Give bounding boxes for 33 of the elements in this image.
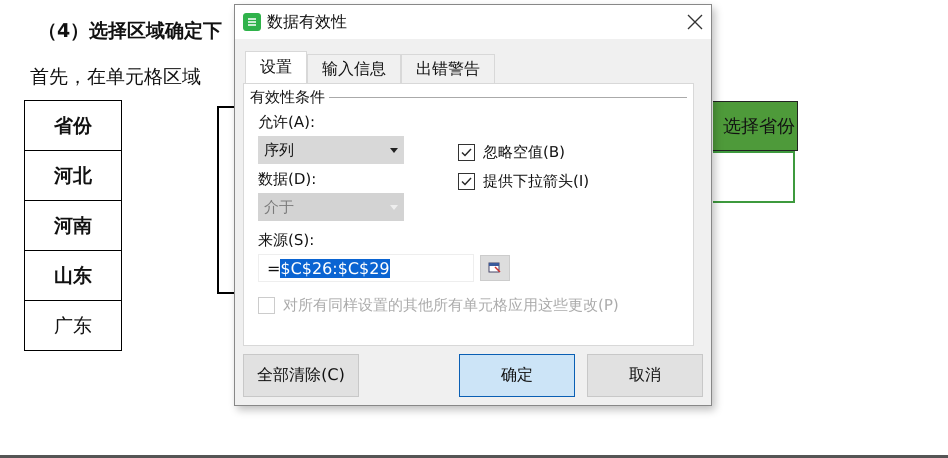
table-cell-text: 省份: [53, 114, 93, 138]
header-cell: 选择省份: [713, 101, 798, 151]
table-icon: [488, 262, 502, 274]
field-label: 来源(S):: [258, 231, 316, 250]
tab[interactable]: 输入信息: [307, 54, 401, 83]
range-picker-button[interactable]: [480, 255, 510, 281]
dropdown[interactable]: 序列: [258, 136, 404, 164]
dialog-button[interactable]: 确定: [459, 354, 575, 397]
dialog-button[interactable]: 取消: [587, 354, 703, 397]
tab[interactable]: 设置: [245, 51, 307, 83]
checkmark-icon: [461, 177, 472, 186]
checkmark-icon: [461, 148, 472, 157]
paragraph-text: 首先，在单元格区域: [30, 65, 201, 90]
group-title: 有效性条件: [250, 88, 325, 107]
close-icon[interactable]: [687, 14, 703, 30]
app-logo-icon: [243, 13, 261, 31]
checkbox-option[interactable]: 提供下拉箭头(I): [458, 172, 590, 191]
table-cell: 山东: [25, 250, 121, 300]
table-cell: 河北: [25, 150, 121, 200]
tab[interactable]: 出错警告: [401, 54, 495, 83]
checkbox[interactable]: [458, 144, 475, 161]
source-field[interactable]: =$C$26:$C$29: [258, 254, 474, 282]
table-cell: 河南: [25, 200, 121, 250]
field-label: 数据(D):: [258, 170, 318, 189]
window-title: 数据有效性: [267, 12, 348, 32]
caret-icon: [390, 204, 398, 210]
checkbox-option[interactable]: 忽略空值(B): [458, 143, 590, 162]
caret-icon: [390, 148, 398, 152]
dialog-button[interactable]: 全部清除(C): [243, 354, 359, 397]
table-cell: 广东: [25, 300, 121, 350]
section-heading: （4）选择区域确定下: [38, 19, 222, 44]
field-label: 允许(A):: [258, 113, 316, 132]
checkbox[interactable]: [458, 173, 475, 190]
